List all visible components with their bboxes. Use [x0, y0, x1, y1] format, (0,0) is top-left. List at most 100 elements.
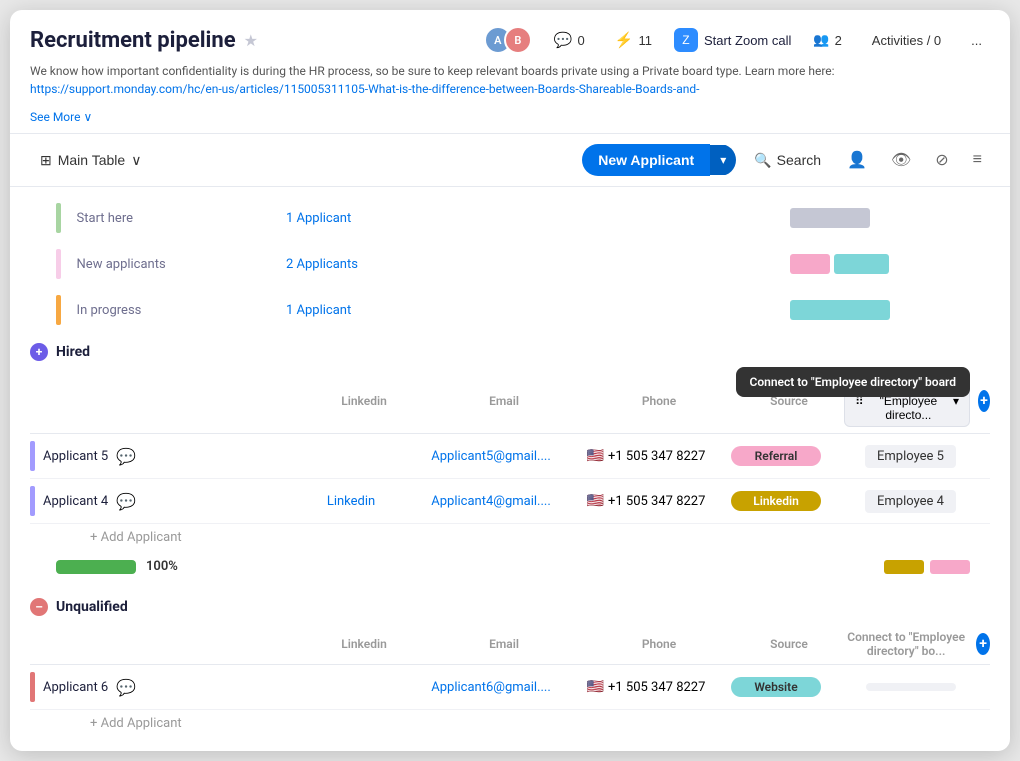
- new-applicant-dropdown-btn[interactable]: ▾: [710, 145, 736, 175]
- header: Recruitment pipeline ★ A B 💬 0 ⚡ 11 Z: [10, 10, 1010, 134]
- toolbar: ⊞ Main Table ∨ New Applicant ▾ 🔍 Search …: [10, 134, 1010, 187]
- col-header-linkedin: Linkedin: [304, 394, 424, 408]
- chat-icon[interactable]: 💬: [116, 447, 136, 466]
- search-icon: 🔍: [754, 152, 771, 169]
- chat-icon[interactable]: 💬: [116, 492, 136, 511]
- applicant4-connect: Employee 4: [831, 490, 990, 513]
- persons-icon: 👥: [813, 32, 829, 48]
- applicant5-email: Applicant5@gmail....: [411, 449, 571, 464]
- updates-icon: 💬: [554, 31, 573, 49]
- hired-table: Linkedin Email Phone Source ⠿ Connect to…: [30, 369, 990, 551]
- start-here-count[interactable]: 1 Applicant: [286, 211, 780, 226]
- activity-icon: ⚡: [615, 31, 634, 49]
- summary-row-new-applicants: New applicants 2 Applicants: [10, 243, 1010, 285]
- hide-btn[interactable]: 👁: [883, 144, 919, 176]
- activities-button[interactable]: Activities / 0: [864, 29, 949, 52]
- hired-table-header: Linkedin Email Phone Source ⠿ Connect to…: [30, 369, 990, 434]
- progress-bar: [56, 560, 136, 574]
- col-header-phone-uq: Phone: [584, 637, 734, 651]
- avatar: B: [504, 26, 532, 54]
- zoom-button[interactable]: Z Start Zoom call: [674, 28, 791, 52]
- star-icon[interactable]: ★: [244, 31, 258, 50]
- more-button[interactable]: ...: [963, 29, 990, 52]
- sort-btn[interactable]: ≡: [965, 145, 990, 175]
- new-applicant-btn: New Applicant ▾: [582, 144, 736, 176]
- applicant6-phone: 🇺🇸 +1 505 347 8227: [571, 679, 721, 695]
- hired-header: + Hired: [10, 335, 1010, 369]
- new-applicant-main-btn[interactable]: New Applicant: [582, 144, 710, 176]
- avatar-group: A B: [484, 26, 532, 54]
- applicant5-source: Referral: [721, 446, 831, 466]
- search-button[interactable]: 🔍 Search: [744, 146, 831, 175]
- summary-row-in-progress: In progress 1 Applicant: [10, 289, 1010, 331]
- filter-btn[interactable]: ⊘: [927, 144, 956, 176]
- chevron-icon: ▾: [953, 394, 959, 408]
- flag-icon: 🇺🇸: [587, 448, 604, 464]
- zoom-icon: Z: [674, 28, 698, 52]
- in-progress-count[interactable]: 1 Applicant: [286, 303, 780, 318]
- hired-name: Hired: [56, 344, 90, 360]
- unqualified-name: Unqualified: [56, 599, 128, 615]
- table-row: Applicant 5 💬 Applicant5@gmail.... 🇺🇸 +1…: [30, 434, 990, 479]
- applicant4-email: Applicant4@gmail....: [411, 494, 571, 509]
- flag-icon: 🇺🇸: [587, 493, 604, 509]
- applicant5-phone: 🇺🇸 +1 505 347 8227: [571, 448, 721, 464]
- progress-label: 100%: [146, 559, 178, 574]
- applicant4-phone: 🇺🇸 +1 505 347 8227: [571, 493, 721, 509]
- applicant4-linkedin[interactable]: Linkedin: [291, 494, 411, 509]
- unqualified-table-header: Linkedin Email Phone Source Connect to "…: [30, 624, 990, 665]
- col-header-phone: Phone: [584, 394, 734, 408]
- hired-circle: +: [30, 343, 48, 361]
- col-header-source: Source: [734, 394, 844, 408]
- summary-row-start-here: Start here 1 Applicant: [10, 197, 1010, 239]
- col-header-email: Email: [424, 394, 584, 408]
- flag-icon: 🇺🇸: [587, 679, 604, 695]
- add-connect-btn[interactable]: +: [978, 390, 990, 412]
- connect-header-btn[interactable]: ⠿ Connect to "Employee directo... ▾: [844, 375, 970, 427]
- applicant6-connect: [831, 683, 990, 691]
- table-selector[interactable]: ⊞ Main Table ∨: [30, 147, 151, 174]
- grid-icon: ⠿: [855, 394, 864, 408]
- page-title: Recruitment pipeline: [30, 28, 236, 53]
- group-unqualified: – Unqualified Linkedin Email Phone Sourc…: [10, 590, 1010, 737]
- see-more-btn[interactable]: See More ∨: [30, 110, 92, 124]
- col-header-linkedin-uq: Linkedin: [304, 637, 424, 651]
- person-filter-btn[interactable]: 👤: [839, 144, 875, 176]
- updates-button[interactable]: 💬 0: [546, 27, 593, 53]
- applicant6-source: Website: [721, 677, 831, 697]
- group-new-applicants: New applicants 2 Applicants: [10, 243, 1010, 285]
- progress-row-hired: 100%: [10, 551, 1010, 582]
- group-label-start-here: Start here: [77, 211, 276, 226]
- unqualified-circle: –: [30, 598, 48, 616]
- applicant4-source: Linkedin: [721, 491, 831, 511]
- table-row: Applicant 6 💬 Applicant6@gmail.... 🇺🇸 +1…: [30, 665, 990, 710]
- activity-button[interactable]: ⚡ 11: [607, 27, 660, 53]
- group-start-here: Start here 1 Applicant: [10, 197, 1010, 239]
- chat-icon[interactable]: 💬: [116, 678, 136, 697]
- unqualified-table: Linkedin Email Phone Source Connect to "…: [30, 624, 990, 737]
- col-header-connect: ⠿ Connect to "Employee directo... ▾ + Co…: [844, 375, 990, 427]
- applicant5-name: Applicant 5: [43, 449, 108, 464]
- help-link[interactable]: https://support.monday.com/hc/en-us/arti…: [30, 82, 699, 96]
- applicant6-email: Applicant6@gmail....: [411, 680, 571, 695]
- chevron-down-icon: ∨: [131, 152, 141, 169]
- applicant6-name: Applicant 6: [43, 680, 108, 695]
- table-row: Applicant 4 💬 Linkedin Applicant4@gmail.…: [30, 479, 990, 524]
- content-area: Start here 1 Applicant New applicants 2 …: [10, 187, 1010, 751]
- col-header-email-uq: Email: [424, 637, 584, 651]
- table-icon: ⊞: [40, 152, 52, 169]
- add-applicant-unqualified[interactable]: + Add Applicant: [30, 710, 990, 737]
- group-label-new-applicants: New applicants: [77, 257, 276, 272]
- group-label-in-progress: In progress: [77, 303, 276, 318]
- new-applicants-count[interactable]: 2 Applicants: [286, 257, 780, 272]
- unqualified-header: – Unqualified: [10, 590, 1010, 624]
- add-connect-btn-uq[interactable]: +: [976, 633, 990, 655]
- add-applicant-hired[interactable]: + Add Applicant: [30, 524, 990, 551]
- main-window: Recruitment pipeline ★ A B 💬 0 ⚡ 11 Z: [10, 10, 1010, 751]
- applicant4-name: Applicant 4: [43, 494, 108, 509]
- group-hired: + Hired Linkedin Email Phone Source ⠿: [10, 335, 1010, 582]
- applicant5-connect: Employee 5: [831, 445, 990, 468]
- col-header-source-uq: Source: [734, 637, 844, 651]
- group-in-progress: In progress 1 Applicant: [10, 289, 1010, 331]
- persons-button[interactable]: 👥 2: [805, 28, 849, 52]
